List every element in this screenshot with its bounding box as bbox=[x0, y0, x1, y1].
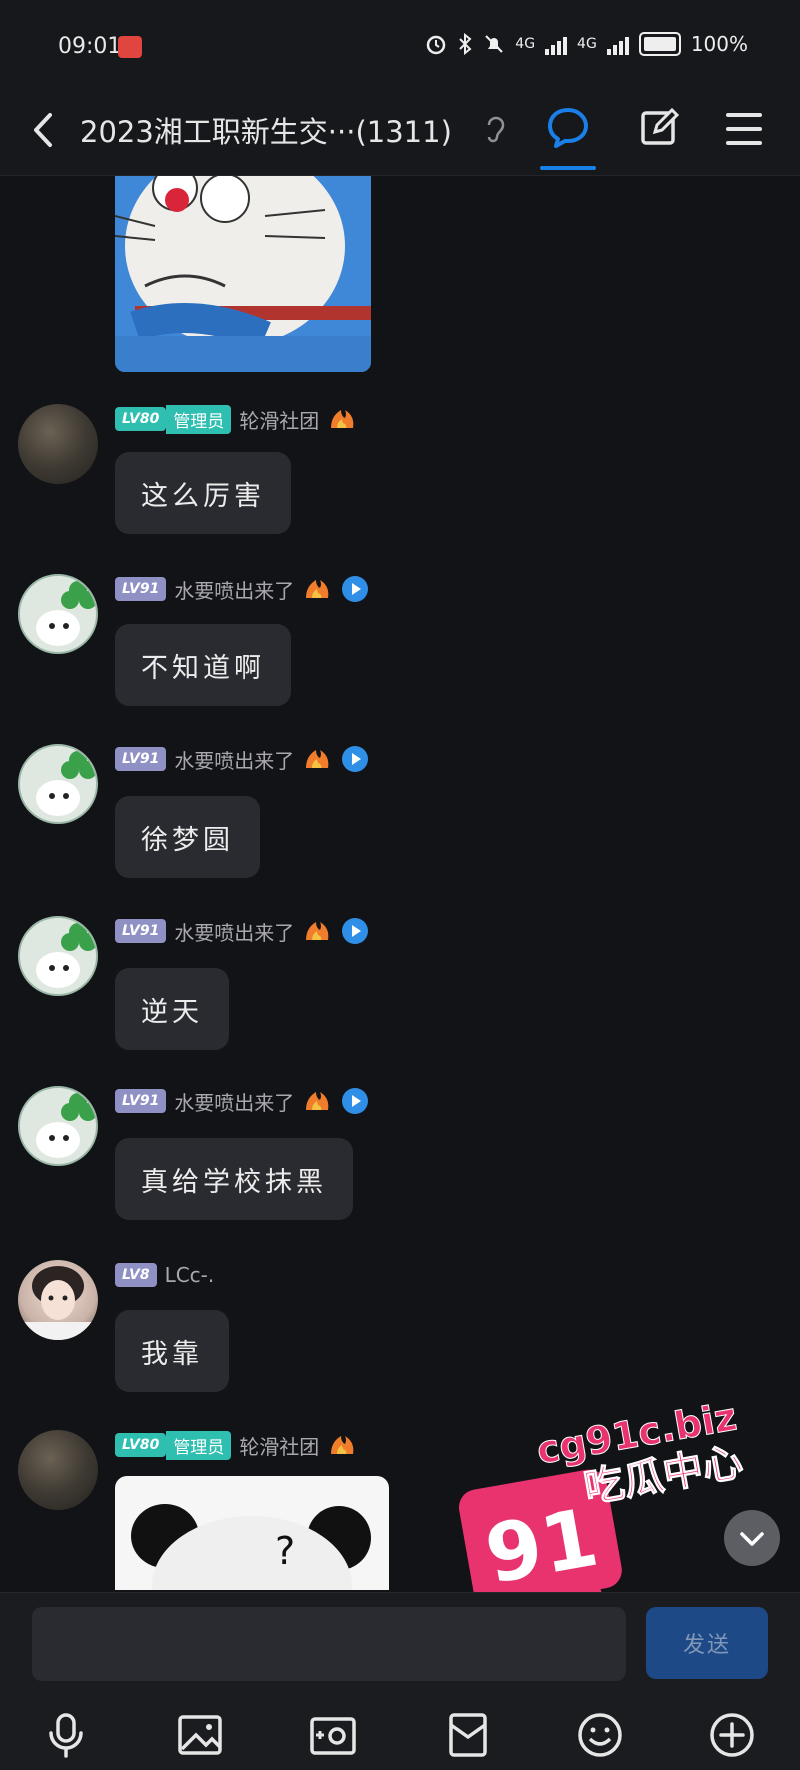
ear-icon[interactable] bbox=[484, 111, 506, 145]
avatar[interactable] bbox=[18, 1430, 98, 1510]
message-bubble[interactable]: 这么厉害 bbox=[115, 452, 291, 534]
avatar[interactable] bbox=[18, 744, 98, 824]
fire-icon bbox=[306, 580, 329, 598]
sender-info: LV91 水要喷出来了 bbox=[115, 1086, 370, 1116]
page-title[interactable]: 2023湘工职新生交···(1311) bbox=[80, 109, 452, 151]
role-badge: 管理员 bbox=[166, 1430, 232, 1460]
message-bubble[interactable]: 真给学校抹黑 bbox=[115, 1138, 353, 1220]
status-bar: 09:01 4G 4G 100% bbox=[0, 0, 800, 95]
sender-info: LV8 LCc-. bbox=[115, 1260, 214, 1290]
status-icons: 4G 4G 100% bbox=[425, 32, 748, 56]
red-packet-icon[interactable] bbox=[444, 1711, 492, 1759]
avatar[interactable] bbox=[18, 916, 98, 996]
plus-icon[interactable] bbox=[708, 1711, 756, 1759]
alarm-icon bbox=[427, 35, 446, 55]
microphone-icon[interactable] bbox=[42, 1711, 90, 1759]
watermark-logo: 91 cg91c.biz 吃瓜中心 bbox=[458, 1394, 747, 1614]
input-bar: 发送 bbox=[0, 1592, 800, 1770]
sender-info: LV91 水要喷出来了 bbox=[115, 574, 370, 604]
mute-bell-icon bbox=[485, 35, 503, 53]
level-badge: LV91 bbox=[115, 1089, 167, 1113]
chevron-down-icon bbox=[740, 1532, 764, 1546]
level-badge: LV91 bbox=[115, 919, 167, 943]
scroll-to-bottom-button[interactable] bbox=[724, 1510, 780, 1566]
role-badge: 管理员 bbox=[166, 404, 232, 434]
notification-app-icon bbox=[118, 36, 142, 58]
level-badge: LV91 bbox=[115, 577, 167, 601]
toolbar bbox=[0, 1711, 800, 1767]
avatar[interactable] bbox=[18, 404, 98, 484]
fire-icon bbox=[306, 1092, 329, 1110]
message-bubble[interactable]: 逆天 bbox=[115, 968, 229, 1050]
avatar[interactable] bbox=[18, 574, 98, 654]
tab-indicator bbox=[540, 166, 596, 170]
play-icon bbox=[342, 918, 369, 944]
sticker-image[interactable] bbox=[115, 176, 371, 372]
network-type-2: 4G bbox=[577, 36, 597, 52]
fire-icon bbox=[331, 410, 354, 428]
sender-info: LV91 水要喷出来了 bbox=[115, 916, 370, 946]
back-icon[interactable] bbox=[22, 107, 68, 153]
sender-name[interactable]: 水要喷出来了 bbox=[174, 917, 294, 946]
play-icon bbox=[342, 746, 369, 772]
level-badge: LV91 bbox=[115, 747, 167, 771]
edit-icon[interactable] bbox=[640, 107, 680, 147]
level-badge: LV8 bbox=[115, 1263, 157, 1287]
watermark-number: 91 bbox=[479, 1491, 605, 1602]
sender-name[interactable]: LCc-. bbox=[165, 1263, 215, 1287]
camera-icon[interactable] bbox=[309, 1711, 357, 1759]
chat-icon[interactable] bbox=[545, 105, 591, 151]
sender-name[interactable]: 轮滑社团 bbox=[239, 405, 319, 434]
sender-name[interactable]: 水要喷出来了 bbox=[174, 575, 294, 604]
svg-text:?: ? bbox=[275, 1529, 295, 1573]
sender-name[interactable]: 水要喷出来了 bbox=[174, 1087, 294, 1116]
bluetooth-icon bbox=[459, 33, 472, 55]
send-button[interactable]: 发送 bbox=[646, 1607, 768, 1679]
network-type: 4G bbox=[515, 36, 536, 52]
battery-level: 100% bbox=[690, 32, 748, 56]
signal-icon bbox=[545, 33, 568, 55]
sender-info: LV91 水要喷出来了 bbox=[115, 744, 370, 774]
sticker-image[interactable]: ? bbox=[115, 1476, 389, 1590]
level-badge: LV80 bbox=[115, 1433, 167, 1457]
fire-icon bbox=[306, 750, 329, 768]
sender-name[interactable]: 轮滑社团 bbox=[239, 1431, 319, 1460]
signal-icon-2 bbox=[606, 33, 629, 55]
fire-icon bbox=[306, 922, 329, 940]
emoji-icon[interactable] bbox=[576, 1711, 624, 1759]
menu-icon[interactable] bbox=[724, 109, 764, 149]
sender-info: LV80 管理员 轮滑社团 bbox=[115, 404, 357, 434]
play-icon bbox=[342, 1088, 369, 1114]
message-bubble[interactable]: 不知道啊 bbox=[115, 624, 291, 706]
play-icon bbox=[342, 576, 369, 602]
sender-name[interactable]: 水要喷出来了 bbox=[174, 745, 294, 774]
image-icon[interactable] bbox=[176, 1711, 224, 1759]
avatar[interactable] bbox=[18, 1086, 98, 1166]
message-bubble[interactable]: 我靠 bbox=[115, 1310, 229, 1392]
fire-icon bbox=[331, 1436, 354, 1454]
battery-icon bbox=[638, 32, 681, 56]
sender-info: LV80 管理员 轮滑社团 bbox=[115, 1430, 357, 1460]
avatar[interactable] bbox=[18, 1260, 98, 1340]
status-time: 09:01 bbox=[58, 34, 122, 59]
level-badge: LV80 bbox=[115, 407, 167, 431]
chat-header: 2023湘工职新生交···(1311) bbox=[0, 95, 800, 176]
message-bubble[interactable]: 徐梦圆 bbox=[115, 796, 260, 878]
message-input[interactable] bbox=[32, 1607, 626, 1681]
